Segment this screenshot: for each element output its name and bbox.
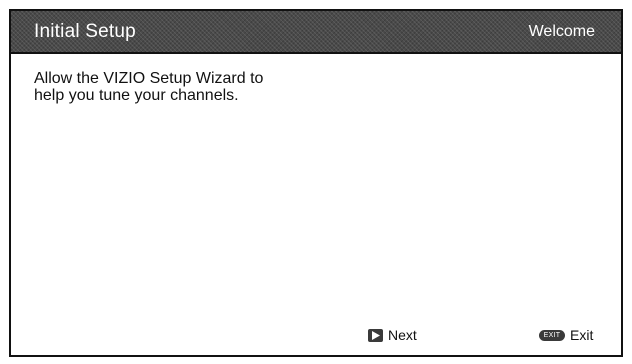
exit-key-icon: EXIT (539, 329, 565, 341)
page-title: Initial Setup (34, 21, 136, 42)
setup-message-line-2: help you tune your channels. (34, 87, 239, 104)
title-bar: Initial Setup Welcome (11, 11, 621, 54)
exit-key-text: EXIT (543, 331, 561, 339)
exit-button[interactable]: EXIT Exit (539, 327, 593, 343)
footer-nav: Next EXIT Exit (11, 327, 621, 345)
setup-screen: Initial Setup Welcome Allow the VIZIO Se… (9, 9, 623, 357)
next-button[interactable]: Next (368, 327, 417, 343)
setup-message-line-1: Allow the VIZIO Setup Wizard to (34, 70, 264, 87)
play-arrow-icon (368, 328, 383, 342)
next-label: Next (388, 327, 417, 343)
step-label: Welcome (528, 23, 595, 40)
setup-message: Allow the VIZIO Setup Wizard to help you… (34, 70, 354, 104)
exit-label: Exit (570, 327, 594, 343)
